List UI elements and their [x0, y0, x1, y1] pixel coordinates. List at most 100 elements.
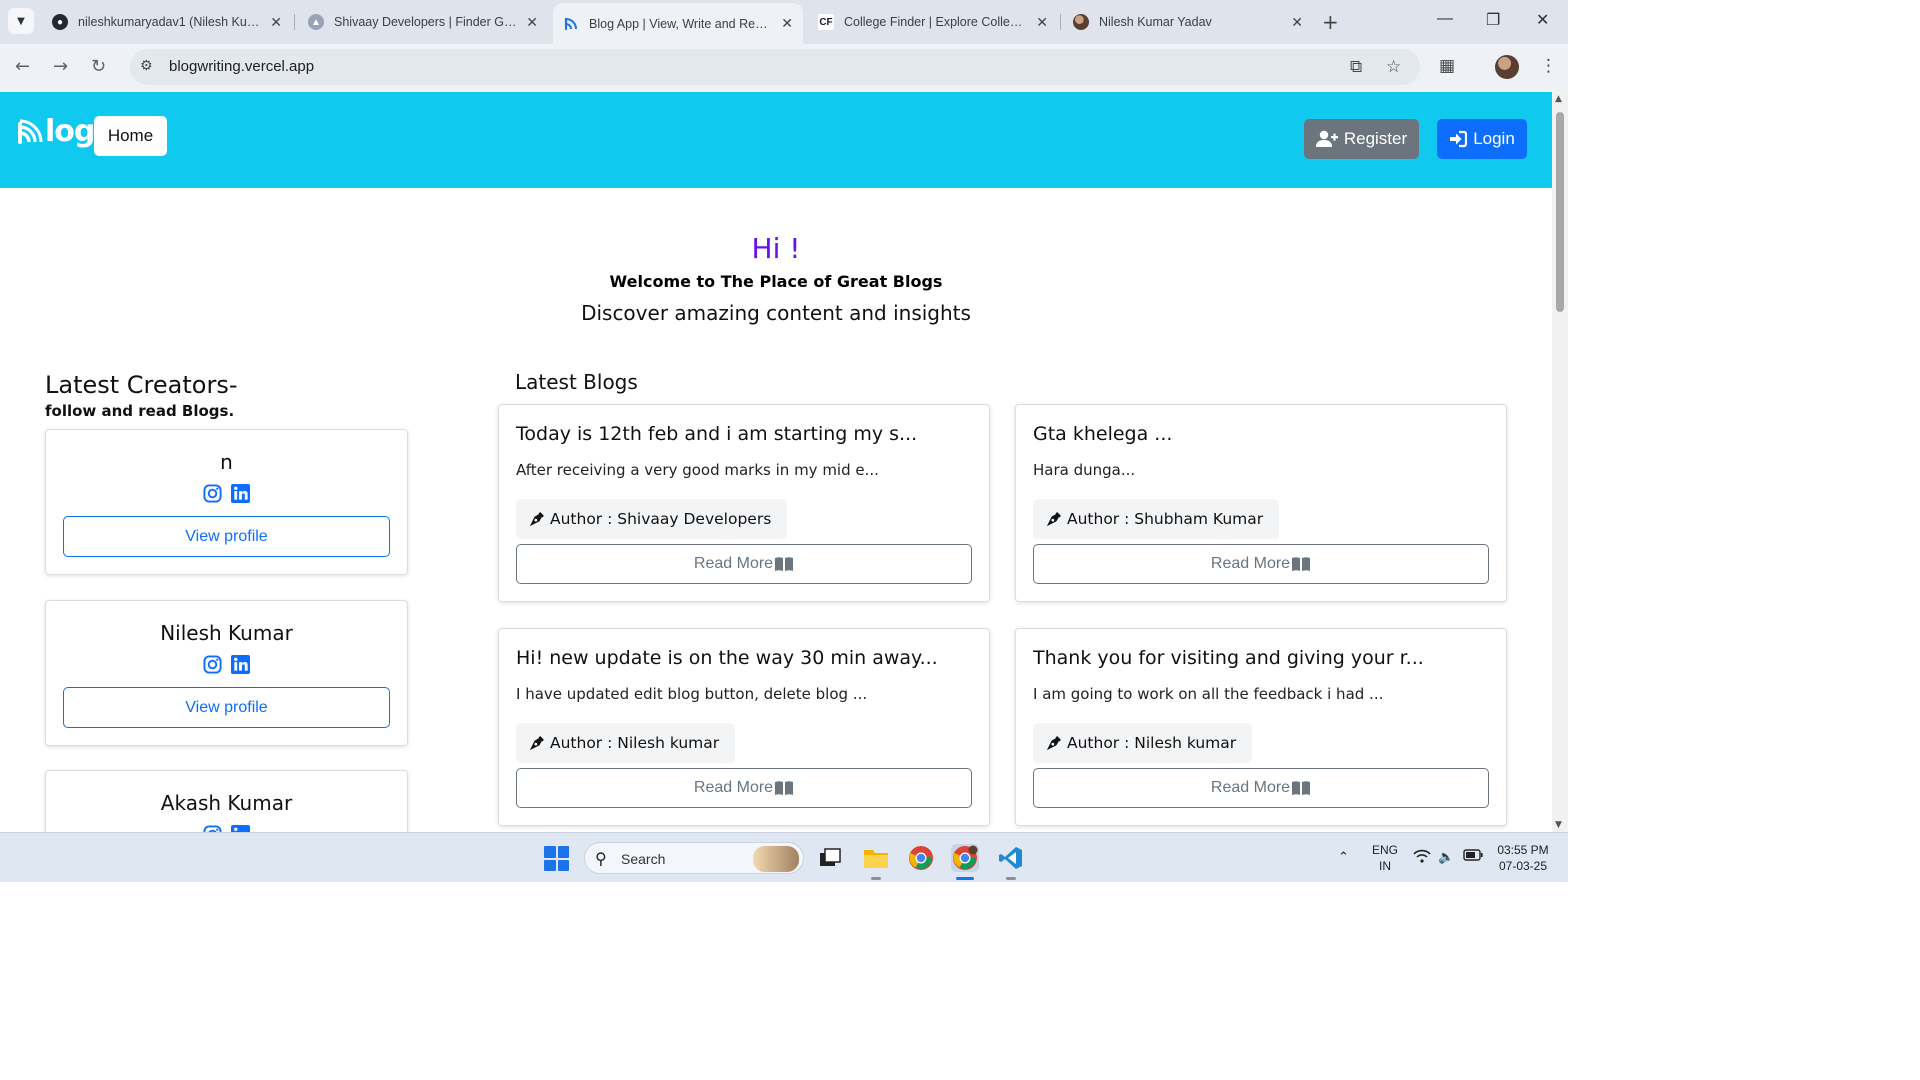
clock-time: 03:55 PM — [1497, 843, 1549, 857]
social-links — [46, 655, 407, 674]
author-badge: Author : Shubham Kumar — [1033, 499, 1280, 539]
close-tab-icon[interactable]: ✕ — [270, 14, 282, 31]
reload-icon[interactable]: ↻ — [91, 56, 106, 77]
pen-nib-icon — [529, 511, 544, 526]
close-window-icon[interactable]: ✕ — [1536, 10, 1549, 30]
tab-search-dropdown-icon[interactable]: ▼ — [8, 8, 34, 34]
login-button[interactable]: Login — [1437, 119, 1527, 159]
logo-b-wifi-icon — [18, 119, 43, 144]
github-icon: ● — [52, 14, 68, 30]
file-explorer-icon[interactable] — [862, 844, 890, 872]
read-more-button[interactable]: Read More — [1033, 544, 1489, 584]
search-icon: ⚲ — [595, 851, 607, 868]
author-badge: Author : Shivaay Developers — [516, 499, 788, 539]
profile-icon — [1073, 14, 1089, 30]
blog-card: Thank you for visiting and giving your r… — [1015, 628, 1507, 826]
pen-nib-icon — [1046, 511, 1061, 526]
menu-kebab-icon[interactable]: ⋮ — [1540, 56, 1557, 76]
scroll-up-icon[interactable]: ▲ — [1555, 94, 1562, 104]
tab-title: College Finder | Explore Colleges a — [844, 15, 1029, 29]
wifi-icon[interactable] — [1413, 849, 1431, 866]
minimize-icon[interactable]: — — [1437, 10, 1453, 28]
tab-title: nileshkumaryadav1 (Nilesh Kumar) — [78, 15, 263, 29]
restore-icon[interactable]: ❐ — [1486, 10, 1500, 30]
user-plus-icon — [1315, 130, 1338, 147]
linkedin-icon[interactable] — [231, 825, 250, 832]
hero-subtitle: Discover amazing content and insights — [581, 301, 971, 325]
instagram-icon[interactable] — [203, 484, 222, 503]
creator-card: Akash Kumar — [45, 770, 408, 832]
extensions-icon[interactable]: ▦ — [1439, 56, 1455, 76]
creator-name: Akash Kumar — [160, 791, 293, 815]
site-logo[interactable]: log — [16, 114, 95, 149]
vscode-icon[interactable] — [997, 844, 1025, 872]
read-more-button[interactable]: Read More — [1033, 768, 1489, 808]
site-info-icon[interactable]: ⚙ — [140, 58, 153, 74]
close-tab-icon[interactable]: ✕ — [781, 15, 793, 32]
read-more-label: Read More — [1210, 555, 1291, 572]
volume-icon[interactable]: 🔈 — [1438, 849, 1454, 865]
profile-avatar[interactable] — [1495, 55, 1519, 79]
tab-title: Nilesh Kumar Yadav — [1099, 15, 1212, 29]
creator-card: n View profile — [45, 429, 408, 575]
windows-start-icon[interactable] — [544, 846, 569, 871]
author-badge: Author : Nilesh kumar — [516, 723, 736, 763]
read-more-label: Read More — [693, 555, 774, 572]
battery-icon[interactable] — [1463, 849, 1483, 864]
instagram-icon[interactable] — [203, 825, 222, 832]
system-clock[interactable]: 03:55 PM 07-03-25 — [1492, 842, 1554, 874]
view-profile-button[interactable]: View profile — [63, 516, 390, 557]
read-more-button[interactable]: Read More — [516, 544, 972, 584]
chrome-profile-icon[interactable] — [951, 844, 979, 872]
open-in-app-icon[interactable]: ⧉ — [1350, 57, 1362, 77]
close-tab-icon[interactable]: ✕ — [1036, 14, 1048, 31]
show-hidden-icons-chevron-icon[interactable]: ⌃ — [1338, 849, 1349, 865]
tab-finder-group[interactable]: ▲ Shivaay Developers | Finder Group ✕ — [298, 6, 548, 38]
forward-icon[interactable]: → — [53, 56, 68, 77]
sign-in-icon — [1450, 130, 1468, 148]
pen-nib-icon — [529, 735, 544, 750]
bookmark-star-icon[interactable]: ☆ — [1386, 57, 1401, 77]
scrollbar-thumb[interactable] — [1556, 112, 1564, 312]
blog-excerpt: I am going to work on all the feedback i… — [1033, 685, 1384, 703]
book-open-icon — [1292, 557, 1311, 571]
book-open-icon — [775, 557, 794, 571]
back-icon[interactable]: ← — [15, 56, 30, 77]
author-name: Author : Shivaay Developers — [550, 510, 772, 528]
page-scrollbar[interactable]: ▲ ▼ — [1552, 92, 1568, 832]
read-more-button[interactable]: Read More — [516, 768, 972, 808]
browser-toolbar: ← → ↻ ⚙ blogwriting.vercel.app ⧉ ☆ ▦ ⋮ — [0, 44, 1568, 92]
blog-title: Thank you for visiting and giving your r… — [1033, 647, 1424, 669]
home-button[interactable]: Home — [94, 116, 167, 156]
linkedin-icon[interactable] — [231, 484, 250, 503]
url-text[interactable]: blogwriting.vercel.app — [169, 58, 314, 75]
view-profile-button[interactable]: View profile — [63, 687, 390, 728]
tab-github[interactable]: ● nileshkumaryadav1 (Nilesh Kumar) ✕ — [42, 6, 292, 38]
hero-greeting: Hi ! — [751, 232, 801, 265]
address-bar[interactable]: ⚙ blogwriting.vercel.app ⧉ ☆ — [130, 49, 1420, 85]
close-tab-icon[interactable]: ✕ — [1291, 14, 1303, 31]
windows-taskbar: ⚲ Search ⌃ ENG IN 🔈 03:55 PM 07-03-25 — [0, 832, 1568, 882]
page-viewport: log Home Register Login Hi ! Welcome to … — [0, 92, 1552, 832]
register-button[interactable]: Register — [1304, 119, 1419, 159]
blog-excerpt: After receiving a very good marks in my … — [516, 461, 879, 479]
search-highlight-image — [753, 846, 799, 872]
hero-welcome: Welcome to The Place of Great Blogs — [609, 272, 943, 291]
tab-blog-app[interactable]: Blog App | View, Write and Read s ✕ — [553, 3, 803, 44]
instagram-icon[interactable] — [203, 655, 222, 674]
scroll-down-icon[interactable]: ▼ — [1555, 820, 1562, 830]
close-tab-icon[interactable]: ✕ — [526, 14, 538, 31]
language-indicator[interactable]: ENG IN — [1370, 842, 1400, 874]
tab-profile[interactable]: Nilesh Kumar Yadav ✕ — [1063, 6, 1313, 38]
creators-heading: Latest Creators- — [45, 371, 238, 399]
blog-card: Gta khelega ... Hara dunga... Author : S… — [1015, 404, 1507, 602]
chrome-icon[interactable] — [907, 844, 935, 872]
creator-name: Nilesh Kumar — [160, 621, 293, 645]
task-view-icon[interactable] — [816, 844, 844, 872]
author-name: Author : Nilesh kumar — [550, 734, 720, 752]
blogs-heading: Latest Blogs — [515, 370, 638, 394]
new-tab-icon[interactable]: + — [1322, 10, 1339, 34]
linkedin-icon[interactable] — [231, 655, 250, 674]
tab-college-finder[interactable]: CF College Finder | Explore Colleges a ✕ — [808, 6, 1058, 38]
taskbar-search[interactable]: ⚲ Search — [584, 842, 804, 874]
